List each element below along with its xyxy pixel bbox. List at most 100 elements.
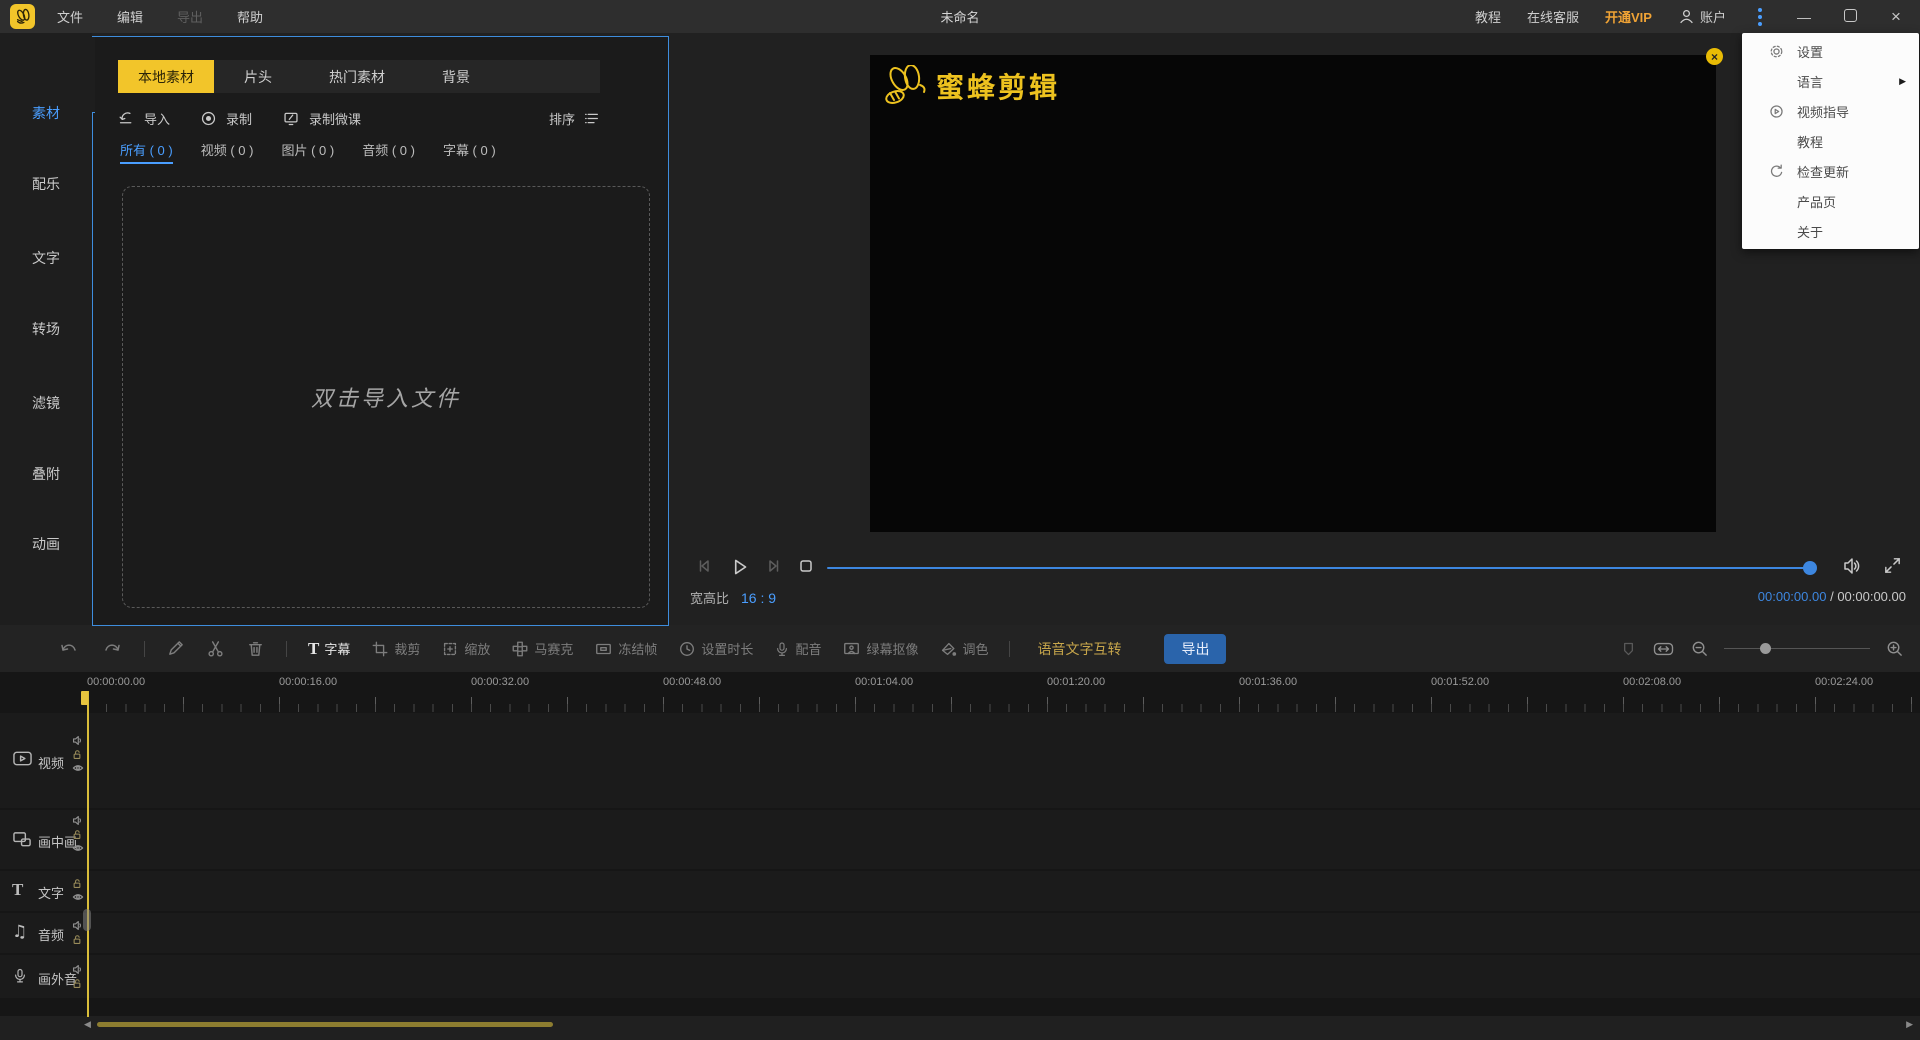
menu-item-check-update[interactable]: 检查更新 [1742, 156, 1919, 186]
scroll-left-arrow[interactable]: ◀ [84, 1019, 91, 1030]
scrollbar-thumb[interactable] [97, 1022, 553, 1027]
menu-item-video-guide[interactable]: 视频指导 [1742, 96, 1919, 126]
chroma-key-button[interactable]: 绿幕抠像 [842, 639, 918, 658]
menu-file[interactable]: 文件 [57, 7, 83, 26]
track-audio[interactable]: ♫ 音频 [0, 913, 1920, 953]
undo-button[interactable] [58, 639, 80, 659]
sidebar-item-animation[interactable]: 动画 [0, 534, 92, 554]
subtitle-tool-button[interactable]: T 字幕 [308, 639, 350, 659]
sidebar-item-filter[interactable]: 滤镜 [0, 393, 92, 413]
zoom-in-icon[interactable] [1885, 639, 1904, 658]
playhead[interactable] [87, 691, 89, 1017]
filter-video[interactable]: 视频 ( 0 ) [201, 140, 254, 164]
playhead-grip[interactable] [83, 909, 91, 931]
aspect-value[interactable]: 16 : 9 [741, 590, 776, 606]
sidebar-item-music[interactable]: 配乐 [0, 174, 92, 194]
visibility-icon[interactable] [72, 892, 84, 902]
lock-icon[interactable] [72, 829, 84, 840]
track-video[interactable]: 视频 [0, 713, 1920, 808]
tab-intro[interactable]: 片头 [214, 60, 302, 93]
freeze-frame-button[interactable]: 冻结帧 [594, 639, 657, 658]
watermark-close-button[interactable]: × [1706, 48, 1723, 65]
menu-help[interactable]: 帮助 [237, 7, 263, 26]
mute-icon[interactable] [72, 735, 84, 746]
preview-progress-handle[interactable] [1803, 561, 1817, 575]
submenu-arrow-icon: ▶ [1899, 75, 1906, 86]
stop-button[interactable] [795, 555, 817, 577]
vip-button[interactable]: 开通VIP [1605, 7, 1652, 26]
import-button[interactable]: 导入 [118, 109, 170, 128]
tutorial-link[interactable]: 教程 [1475, 7, 1501, 26]
lock-icon[interactable] [72, 878, 84, 889]
menu-item-settings[interactable]: 设置 [1742, 36, 1919, 66]
fit-timeline-icon[interactable] [1652, 640, 1675, 658]
track-text[interactable]: T 文字 [0, 871, 1920, 911]
scale-tool-button[interactable]: 缩放 [441, 639, 490, 658]
dub-tool-button[interactable]: 配音 [774, 639, 821, 658]
menu-item-about[interactable]: 关于 [1742, 216, 1919, 246]
playhead-flag[interactable] [81, 691, 88, 705]
prev-frame-button[interactable] [694, 555, 716, 577]
split-tool-button[interactable] [206, 639, 225, 658]
tab-local-media[interactable]: 本地素材 [118, 60, 214, 93]
sidebar-item-media[interactable]: 素材 [0, 103, 92, 123]
minimize-button[interactable]: — [1794, 9, 1814, 25]
ruler-minor-ticks[interactable] [87, 704, 1920, 712]
play-button[interactable] [727, 555, 751, 579]
duration-tool-button[interactable]: 设置时长 [678, 639, 753, 658]
tab-hot-media[interactable]: 热门素材 [302, 60, 412, 93]
mosaic-tool-button[interactable]: 马赛克 [511, 639, 573, 658]
support-link[interactable]: 在线客服 [1527, 7, 1579, 26]
zoom-slider-handle[interactable] [1760, 642, 1771, 654]
watermark: 蜜蜂剪辑 [882, 65, 1060, 107]
redo-button[interactable] [101, 639, 123, 659]
delete-tool-button[interactable] [246, 639, 265, 658]
lock-icon[interactable] [72, 978, 83, 989]
menu-item-product-page[interactable]: 产品页 [1742, 186, 1919, 216]
lock-icon[interactable] [72, 934, 83, 945]
color-tool-button[interactable]: 调色 [939, 639, 988, 658]
menu-item-tutorial[interactable]: 教程 [1742, 126, 1919, 156]
maximize-button[interactable] [1840, 8, 1860, 25]
fullscreen-icon[interactable] [1882, 555, 1903, 576]
volume-icon[interactable] [1840, 555, 1862, 577]
record-button[interactable]: 录制 [200, 109, 252, 128]
lock-icon[interactable] [72, 749, 84, 760]
timeline-zoom-slider[interactable] [1724, 642, 1870, 656]
mute-icon[interactable] [72, 964, 83, 975]
sort-button[interactable]: 排序 [549, 109, 600, 128]
export-button[interactable]: 导出 [1164, 633, 1227, 664]
marker-icon[interactable] [1620, 640, 1637, 658]
preview-progress-track[interactable] [827, 567, 1813, 569]
sidebar-item-text[interactable]: 文字 [0, 248, 92, 268]
track-pip[interactable]: 画中画 [0, 810, 1920, 869]
app-menu-popup: 设置 语言 ▶ 视频指导 教程 检查更新 产品页 关于 [1742, 33, 1919, 249]
close-button[interactable]: × [1886, 7, 1906, 27]
sidebar-item-transition[interactable]: 转场 [0, 319, 92, 339]
next-frame-button[interactable] [762, 555, 784, 577]
filter-image[interactable]: 图片 ( 0 ) [281, 140, 334, 164]
more-menu-button[interactable] [1752, 5, 1768, 29]
tab-background[interactable]: 背景 [412, 60, 500, 93]
visibility-icon[interactable] [72, 843, 84, 853]
filter-audio[interactable]: 音频 ( 0 ) [362, 140, 415, 164]
zoom-out-icon[interactable] [1690, 639, 1709, 658]
record-lesson-button[interactable]: 录制微课 [282, 109, 361, 128]
account-button[interactable]: 账户 [1678, 7, 1726, 26]
sidebar-item-overlay[interactable]: 叠附 [0, 464, 92, 484]
import-dropzone[interactable]: 双击导入文件 [122, 186, 650, 608]
mute-icon[interactable] [72, 920, 83, 931]
track-voiceover[interactable]: 画外音 [0, 955, 1920, 998]
menu-edit[interactable]: 编辑 [117, 7, 143, 26]
speech-text-button[interactable]: 语音文字互转 [1037, 639, 1121, 659]
filter-all[interactable]: 所有 ( 0 ) [120, 140, 173, 164]
edit-tool-button[interactable] [166, 639, 185, 658]
visibility-icon[interactable] [72, 763, 84, 773]
filter-subtitle[interactable]: 字幕 ( 0 ) [443, 140, 496, 164]
app-logo-icon[interactable] [10, 4, 35, 29]
scroll-right-arrow[interactable]: ▶ [1906, 1019, 1913, 1030]
track-label: 文字 [38, 886, 65, 901]
mute-icon[interactable] [72, 815, 84, 826]
menu-item-language[interactable]: 语言 ▶ [1742, 66, 1919, 96]
crop-tool-button[interactable]: 裁剪 [371, 639, 420, 658]
